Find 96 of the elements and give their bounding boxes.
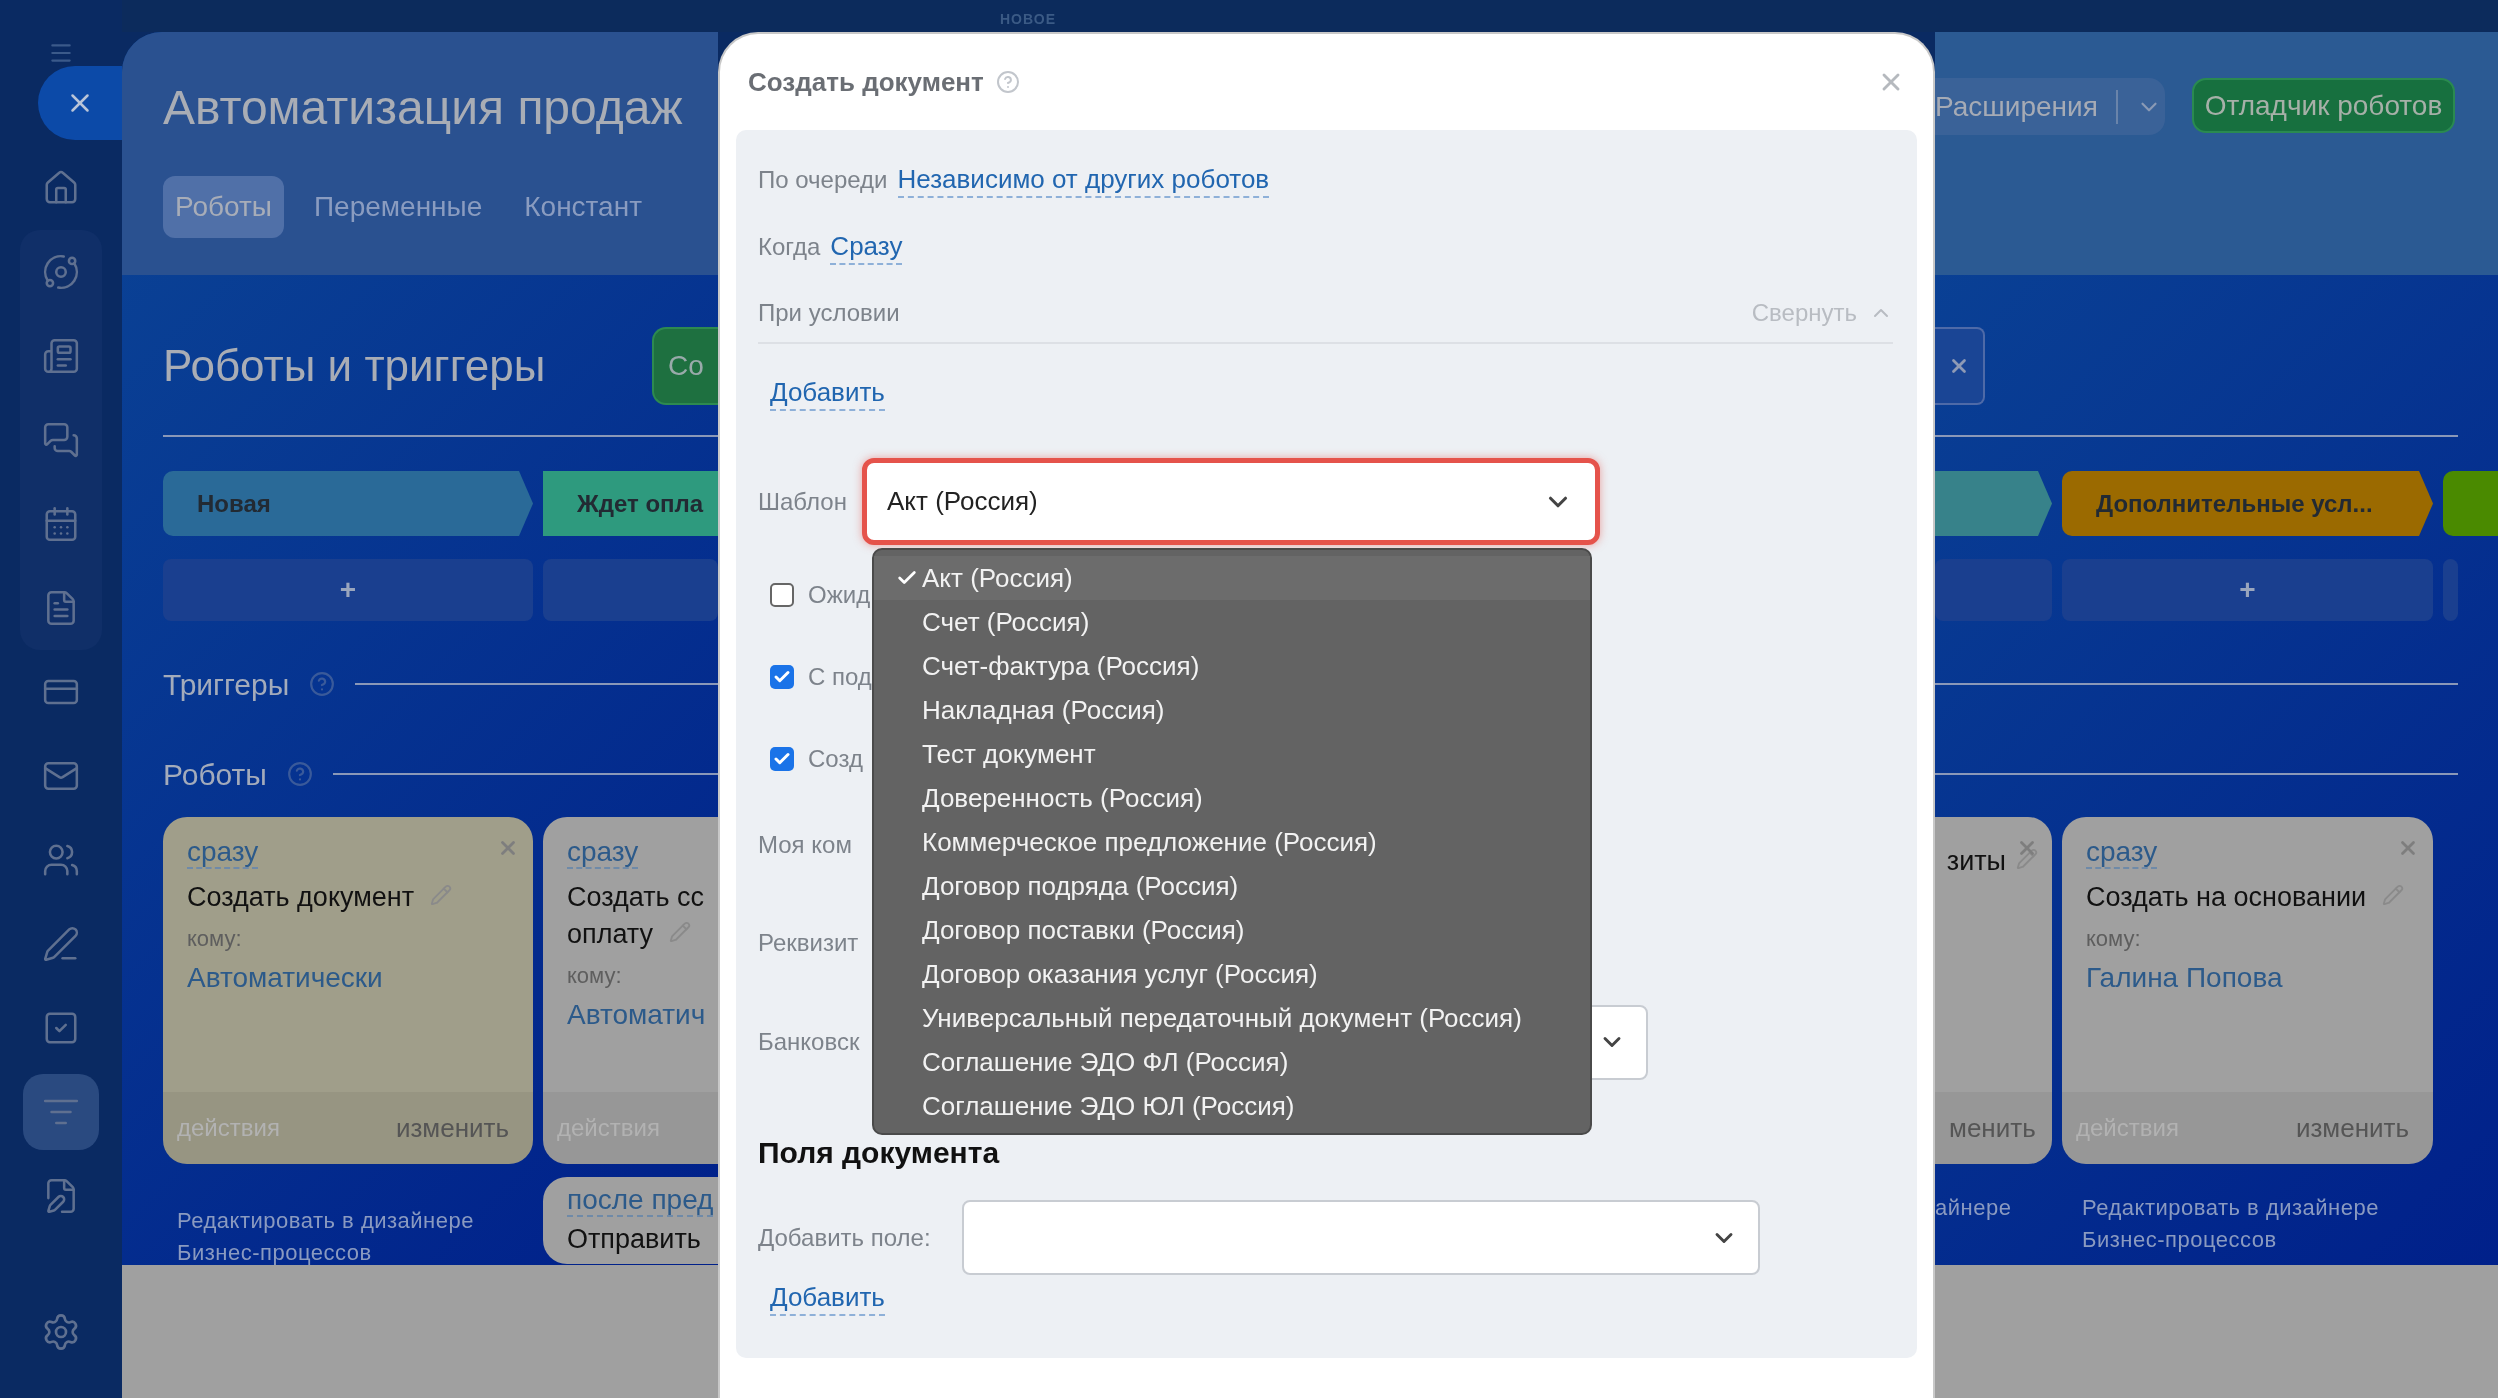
extensions-button[interactable]: Расширения [1935,78,2165,135]
dropdown-option[interactable]: Универсальный передаточный документ (Россия) [874,996,1590,1040]
checkbox-icon [42,1009,80,1047]
designer-link[interactable]: айнере [1935,1192,2052,1224]
robot-action: Создать сс [567,882,705,912]
stage-bar[interactable]: Новая [163,471,533,536]
robot-action: оплату [567,919,653,949]
when-link[interactable]: Сразу [830,229,903,265]
assignee-label: кому: [187,926,242,951]
dropdown-option[interactable]: Доверенность (Россия) [874,776,1590,820]
plus-label: + [2239,573,2256,607]
queue-link[interactable]: Независимо от других роботов [897,162,1270,198]
dropdown-option[interactable]: Соглашение ЭДО ФЛ (Россия) [874,1040,1590,1084]
dropdown-option[interactable]: Тест документ [874,732,1590,776]
pencil-icon[interactable] [2016,848,2038,870]
add-robot-cell[interactable]: + [163,559,533,621]
add-field-link[interactable]: Добавить [770,1280,885,1316]
delay-link[interactable]: сразу [2086,836,2158,869]
robot-card[interactable]: зиты менить [1935,817,2052,1164]
field-label: Когда [758,232,821,262]
template-select[interactable]: Акт (Россия) [862,458,1600,545]
assignee-link[interactable]: Галина Попова [2086,962,2283,993]
delay-link[interactable]: сразу [567,836,639,869]
tab[interactable]: Констант [512,176,654,238]
section-heading: Поля документа [758,1134,1000,1171]
edit-link[interactable]: изменить [395,1108,509,1148]
dropdown-option[interactable]: Акт (Россия) [874,556,1590,600]
robot-action: Создать на основании [2086,882,2367,912]
designer-link[interactable]: Редактировать в дизайнере Бизнес-процессов [2082,1192,2458,1256]
help-icon[interactable] [309,671,336,697]
field-label: Моя ком [758,830,852,860]
field-label: Банковск [758,1027,861,1057]
stage-name: Новая [197,488,271,519]
help-icon[interactable] [995,70,1020,94]
checkbox-label: Созд [808,744,863,774]
robot-action: зиты [1946,846,2006,876]
close-filter-button[interactable] [1935,327,1985,405]
stage-name: Ждет опла [577,488,704,519]
field-label: Шаблон [758,486,848,517]
plus-label: + [339,573,357,607]
sidebar-item[interactable] [23,1074,99,1150]
robot-action: Создать документ [187,882,415,912]
orbit-icon [42,253,80,291]
help-icon[interactable] [286,761,313,787]
section-title: Роботы и триггеры [163,340,546,392]
stage-name: Дополнительные усл... [2096,488,2373,519]
dropdown-option[interactable]: Коммерческое предложение (Россия) [874,820,1590,864]
stage-bar[interactable] [1935,471,2052,536]
edit-link[interactable]: изменить [2295,1108,2409,1148]
checkbox-label: С под [808,662,872,692]
assignee-label: кому: [2086,926,2141,951]
add-robot-cell[interactable] [543,559,718,621]
dropdown-option[interactable]: Накладная (Россия) [874,688,1590,732]
create-button[interactable]: Со [652,327,718,405]
delay-link[interactable]: после пред [567,1184,714,1217]
add-condition-link[interactable]: Добавить [770,375,885,411]
newspaper-icon [42,337,80,375]
assignee-link[interactable]: Автоматич [567,999,706,1030]
dropdown-option[interactable]: Договор подряда (Россия) [874,864,1590,908]
field-select[interactable] [962,1200,1760,1275]
calendar-icon [42,505,80,543]
add-robot-cell[interactable]: + [2062,559,2433,621]
checkbox-label: Ожид [808,580,871,610]
dropdown-option[interactable]: Счет-фактура (Россия) [874,644,1590,688]
tab[interactable]: Роботы [163,176,284,238]
section-heading: Триггеры [163,666,290,703]
section-heading: Роботы [163,756,267,793]
dropdown-option[interactable]: Соглашение ЭДО ЮЛ (Россия) [874,1084,1590,1128]
add-robot-cell[interactable] [1935,559,2052,621]
assignee-link[interactable]: Автоматически [187,962,383,993]
dropdown-option[interactable]: Договор поставки (Россия) [874,908,1590,952]
modal-title: Создать документ [748,65,984,99]
stage-bar[interactable]: Ждет опла [543,471,718,536]
pen-icon [42,925,80,963]
chat-icon [42,421,80,459]
checkbox[interactable] [770,665,794,689]
debugger-button[interactable]: Отладчик роботов [2192,78,2455,133]
dropdown-option[interactable]: Счет (Россия) [874,600,1590,644]
checkbox[interactable] [770,583,794,607]
field-label: При условии [758,298,900,328]
edit-link[interactable]: менить [1949,1108,2036,1148]
assignee-label: кому: [567,963,622,988]
dropdown-option[interactable]: Договор оказания услуг (Россия) [874,952,1590,996]
tab[interactable]: Переменные [301,176,495,238]
home-icon [42,169,80,207]
stage-bar[interactable]: Дополнительные усл... [2062,471,2433,536]
delay-link[interactable]: сразу [187,836,259,869]
field-label: Реквизит [758,928,859,958]
designer-link[interactable]: Редактировать в дизайнере Бизнес-процессов [177,1205,533,1265]
field-label: По очереди [758,165,888,195]
field-label: Добавить поле: [758,1222,932,1253]
checkbox[interactable] [770,747,794,771]
page-title: Автоматизация продаж [163,80,683,136]
robot-card[interactable]: после пред Отправить [543,1177,718,1264]
robot-action: Отправить [567,1224,701,1254]
close-button[interactable] [38,66,122,140]
